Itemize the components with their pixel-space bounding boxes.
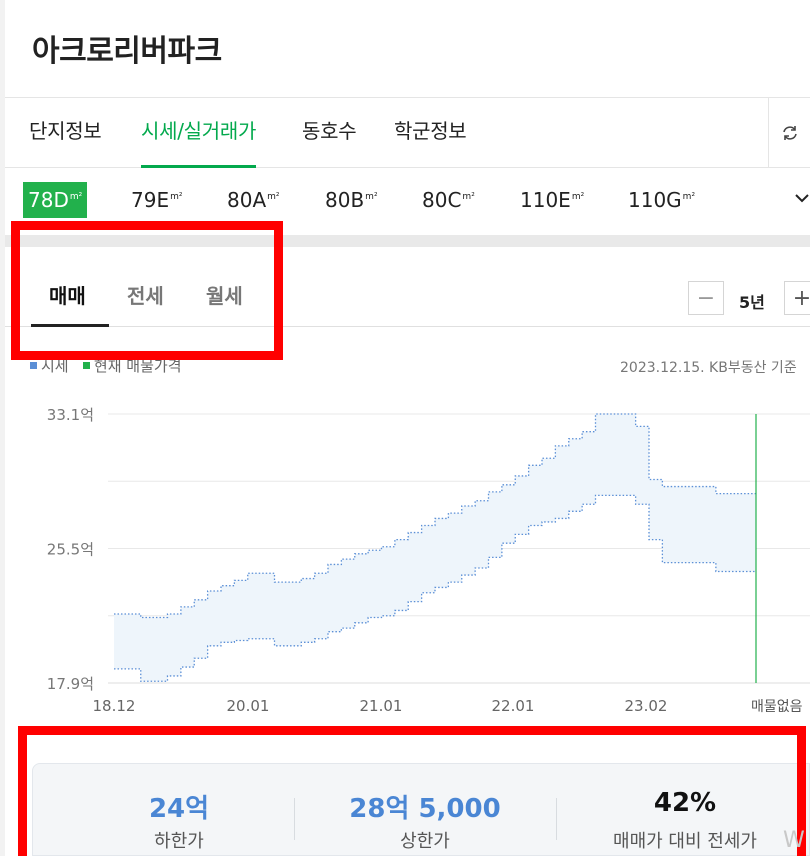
data-basis-date: 2023.12.15. KB부동산 기준 [620,360,797,376]
page-title: 아크로리버파크 [32,34,222,69]
size-chip-80c[interactable]: 80Cm² [417,182,480,218]
tab-complex-info[interactable]: 단지정보 [29,115,102,168]
period-label: 5년 [739,293,765,312]
watermark: W [783,828,805,853]
legend-market-label: 시세 [41,357,69,375]
price-range-area [114,414,756,682]
y-tick-label: 17.9억 [47,675,94,693]
x-tick-label: 22.01 [492,697,535,715]
section-divider [5,235,810,247]
refresh-icon [782,125,797,140]
size-chip-79e[interactable]: 79Em² [126,182,187,218]
legend-current-label: 현재 매물가격 [93,357,182,375]
period-increase-button[interactable]: + [784,281,810,315]
size-chip-110g[interactable]: 110Gm² [623,182,700,218]
stat-lower-label: 하한가 [154,831,204,852]
x-tick-label: 18.12 [93,697,136,715]
x-tick-label: 20.01 [227,697,270,715]
header: 아크로리버파크 [5,0,810,98]
size-chip-78d[interactable]: 78Dm² [23,182,88,218]
size-selector: 78Dm² 79Em² 80Am² 80Bm² 80Cm² 110Em² 110… [5,168,810,235]
price-chart: 33.1억 25.5억 17.9억 18.12 20.01 21.01 22.01 23.02… [47,406,810,715]
price-stats-panel: 24억 하한가 28억 5,000 상한가 42% 매매가 대비 전세가 [32,763,810,856]
y-tick-label: 33.1억 [47,406,94,424]
more-sizes-button[interactable] [794,190,810,210]
tab-price[interactable]: 시세/실거래가 [141,115,256,168]
size-chip-80a[interactable]: 80Am² [222,182,285,218]
stat-upper-label: 상한가 [400,831,450,852]
trade-type-tabs: 매매 전세 월세 − 5년 + [5,247,810,327]
stat-ratio-label: 매매가 대비 전세가 [613,831,757,852]
stat-ratio-value: 42% [653,788,717,818]
size-chip-110e[interactable]: 110Em² [515,182,589,218]
size-chip-80b[interactable]: 80Bm² [320,182,383,218]
stat-separator [556,798,557,840]
legend-current-swatch [82,362,90,369]
x-tick-label: 21.01 [360,697,403,715]
stat-separator [294,798,295,840]
stat-lower-value: 24억 [148,794,210,824]
trade-tab-monthly[interactable]: 월세 [206,280,243,309]
chevron-down-icon [795,194,809,203]
active-tab-underline [31,324,109,327]
trade-tab-sale[interactable]: 매매 [49,280,86,309]
tab-units[interactable]: 동호수 [302,115,357,168]
no-listing-label: 매물없음 [751,699,803,715]
refresh-button[interactable] [768,98,810,167]
tab-school[interactable]: 학군정보 [394,115,467,168]
x-tick-label: 23.02 [625,697,668,715]
period-decrease-button[interactable]: − [688,281,724,315]
trade-tab-jeonse[interactable]: 전세 [127,280,164,309]
legend-market-swatch [30,362,37,369]
chart-legend: 시세 현재 매물가격 [30,355,182,376]
y-tick-label: 25.5억 [47,541,94,559]
tab-bar: 단지정보 시세/실거래가 동호수 학군정보 [5,98,810,168]
stat-upper-value: 28억 5,000 [349,794,501,824]
